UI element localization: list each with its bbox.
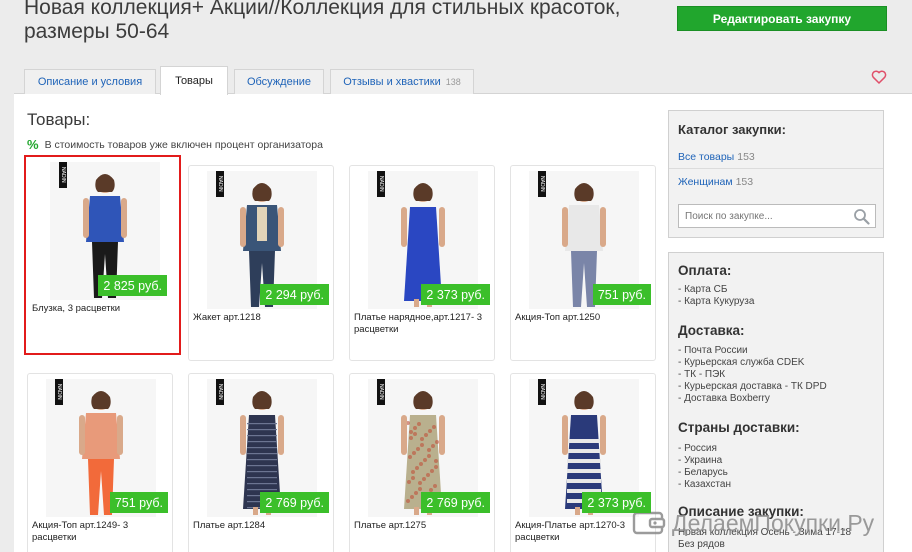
countries-list: - Россия - Украина - Беларусь - Казахстан [678, 443, 731, 491]
tab-discussion[interactable]: Обсуждение [234, 69, 324, 94]
page-title: Новая коллекция+ Акции//Коллекция для ст… [24, 0, 621, 43]
brand-tag: NADIN [538, 171, 546, 197]
divider [669, 168, 883, 169]
info-list-item: - Почта России [678, 345, 748, 356]
catalog-link-women[interactable]: Женщинам 153 [678, 176, 753, 188]
product-card[interactable]: NADIN 751 руб. Акция-Топ арт.1249- 3 расцв… [27, 373, 173, 552]
products-heading: Товары: [27, 110, 91, 129]
search-input[interactable] [685, 208, 845, 224]
product-card[interactable]: NADIN 2 373 руб. Платье нарядное,арт.1217-… [349, 165, 495, 361]
catalog-link-label: Женщинам [678, 176, 733, 188]
price-badge: 2 373 руб. [582, 492, 651, 513]
price-badge: 2 769 руб. [260, 492, 329, 513]
info-list-item: - Беларусь [678, 467, 728, 478]
brand-tag: NADIN [59, 162, 67, 188]
price-badge: 2 373 руб. [421, 284, 490, 305]
heart-icon[interactable] [871, 69, 887, 85]
tab-reviews[interactable]: Отзывы и хвастики 138 [330, 69, 474, 94]
organizer-percent-note: % В стоимость товаров уже включен процен… [27, 137, 323, 152]
info-list-item: - Карта Кукуруза [678, 296, 755, 307]
search-box [678, 204, 876, 228]
product-name[interactable]: Акция-Топ арт.1249- 3 расцветки [32, 520, 170, 544]
brand-tag: NADIN [216, 379, 224, 405]
brand-tag: NADIN [216, 171, 224, 197]
tab-label: Описание и условия [37, 76, 143, 88]
countries-title: Страны доставки: [678, 420, 800, 435]
tab-products[interactable]: Товары [160, 66, 228, 95]
info-list-item: - Карта СБ [678, 284, 728, 295]
percent-icon: % [27, 137, 39, 152]
info-list-item: - Доставка Boxberry [678, 393, 770, 404]
product-card[interactable]: NADIN 2 769 руб. Платье арт.1284 [188, 373, 334, 552]
tab-description[interactable]: Описание и условия [24, 69, 156, 94]
catalog-panel: Каталог закупки: Все товары 153 Женщинам 1… [668, 110, 884, 238]
percent-note-text: В стоимость товаров уже включен процент … [44, 138, 323, 151]
price-badge: 2 294 руб. [260, 284, 329, 305]
product-name[interactable]: Блузка, 3 расцветки [32, 303, 170, 315]
info-list-item: - Курьерская служба CDEK [678, 357, 805, 368]
brand-tag: NADIN [377, 379, 385, 405]
price-badge: 2 825 руб. [98, 275, 167, 296]
watermark-text: ДелаемПокупки.Ру [672, 509, 875, 536]
info-list-item: - Россия [678, 443, 717, 454]
product-name[interactable]: Платье нарядное,арт.1217- 3 расцветки [354, 312, 492, 336]
info-list-item: - Украина [678, 455, 723, 466]
catalog-title: Каталог закупки: [678, 122, 786, 137]
product-card[interactable]: NADIN 2 294 руб. Жакет арт.1218 [188, 165, 334, 361]
edit-purchase-button[interactable]: Редактировать закупку [677, 6, 887, 31]
product-name[interactable]: Платье арт.1275 [354, 520, 492, 532]
brand-tag: NADIN [377, 171, 385, 197]
brand-tag: NADIN [55, 379, 63, 405]
price-badge: 2 769 руб. [421, 492, 490, 513]
info-list-item: - ТК - ПЭК [678, 369, 726, 380]
info-list-item: Без рядов [678, 539, 725, 550]
catalog-link-label: Все товары [678, 151, 735, 163]
tab-count-badge: 138 [445, 77, 461, 87]
product-card[interactable]: NADIN 2 825 руб. Блузка, 3 расцветки [24, 155, 181, 355]
delivery-list: - Почта России - Курьерская служба CDEK - … [678, 345, 827, 405]
product-name[interactable]: Платье арт.1284 [193, 520, 331, 532]
info-list-item: - Казахстан [678, 479, 731, 490]
wallet-logo-icon [632, 511, 666, 535]
product-card[interactable]: NADIN 2 769 руб. Платье арт.1275 [349, 373, 495, 552]
catalog-link-count: 153 [737, 151, 755, 163]
site-watermark: ДелаемПокупки.Ру [632, 507, 874, 539]
catalog-link-count: 153 [735, 176, 754, 188]
tab-label: Обсуждение [246, 76, 312, 88]
price-badge: 751 руб. [109, 492, 168, 513]
info-list-item: - Курьерская доставка - ТК DPD [678, 381, 827, 392]
delivery-title: Доставка: [678, 323, 745, 338]
price-badge: 751 руб. [592, 284, 651, 305]
tab-label: Товары [175, 75, 213, 87]
search-icon[interactable] [853, 208, 870, 225]
product-card[interactable]: NADIN 751 руб. Акция-Топ арт.1250 [510, 165, 656, 361]
payment-title: Оплата: [678, 263, 732, 278]
payment-list: - Карта СБ - Карта Кукуруза [678, 284, 754, 308]
product-name[interactable]: Жакет арт.1218 [193, 312, 331, 324]
product-name[interactable]: Акция-Топ арт.1250 [515, 312, 653, 324]
tab-label: Отзывы и хвастики [343, 76, 441, 88]
brand-tag: NADIN [538, 379, 546, 405]
catalog-link-all[interactable]: Все товары 153 [678, 151, 755, 163]
